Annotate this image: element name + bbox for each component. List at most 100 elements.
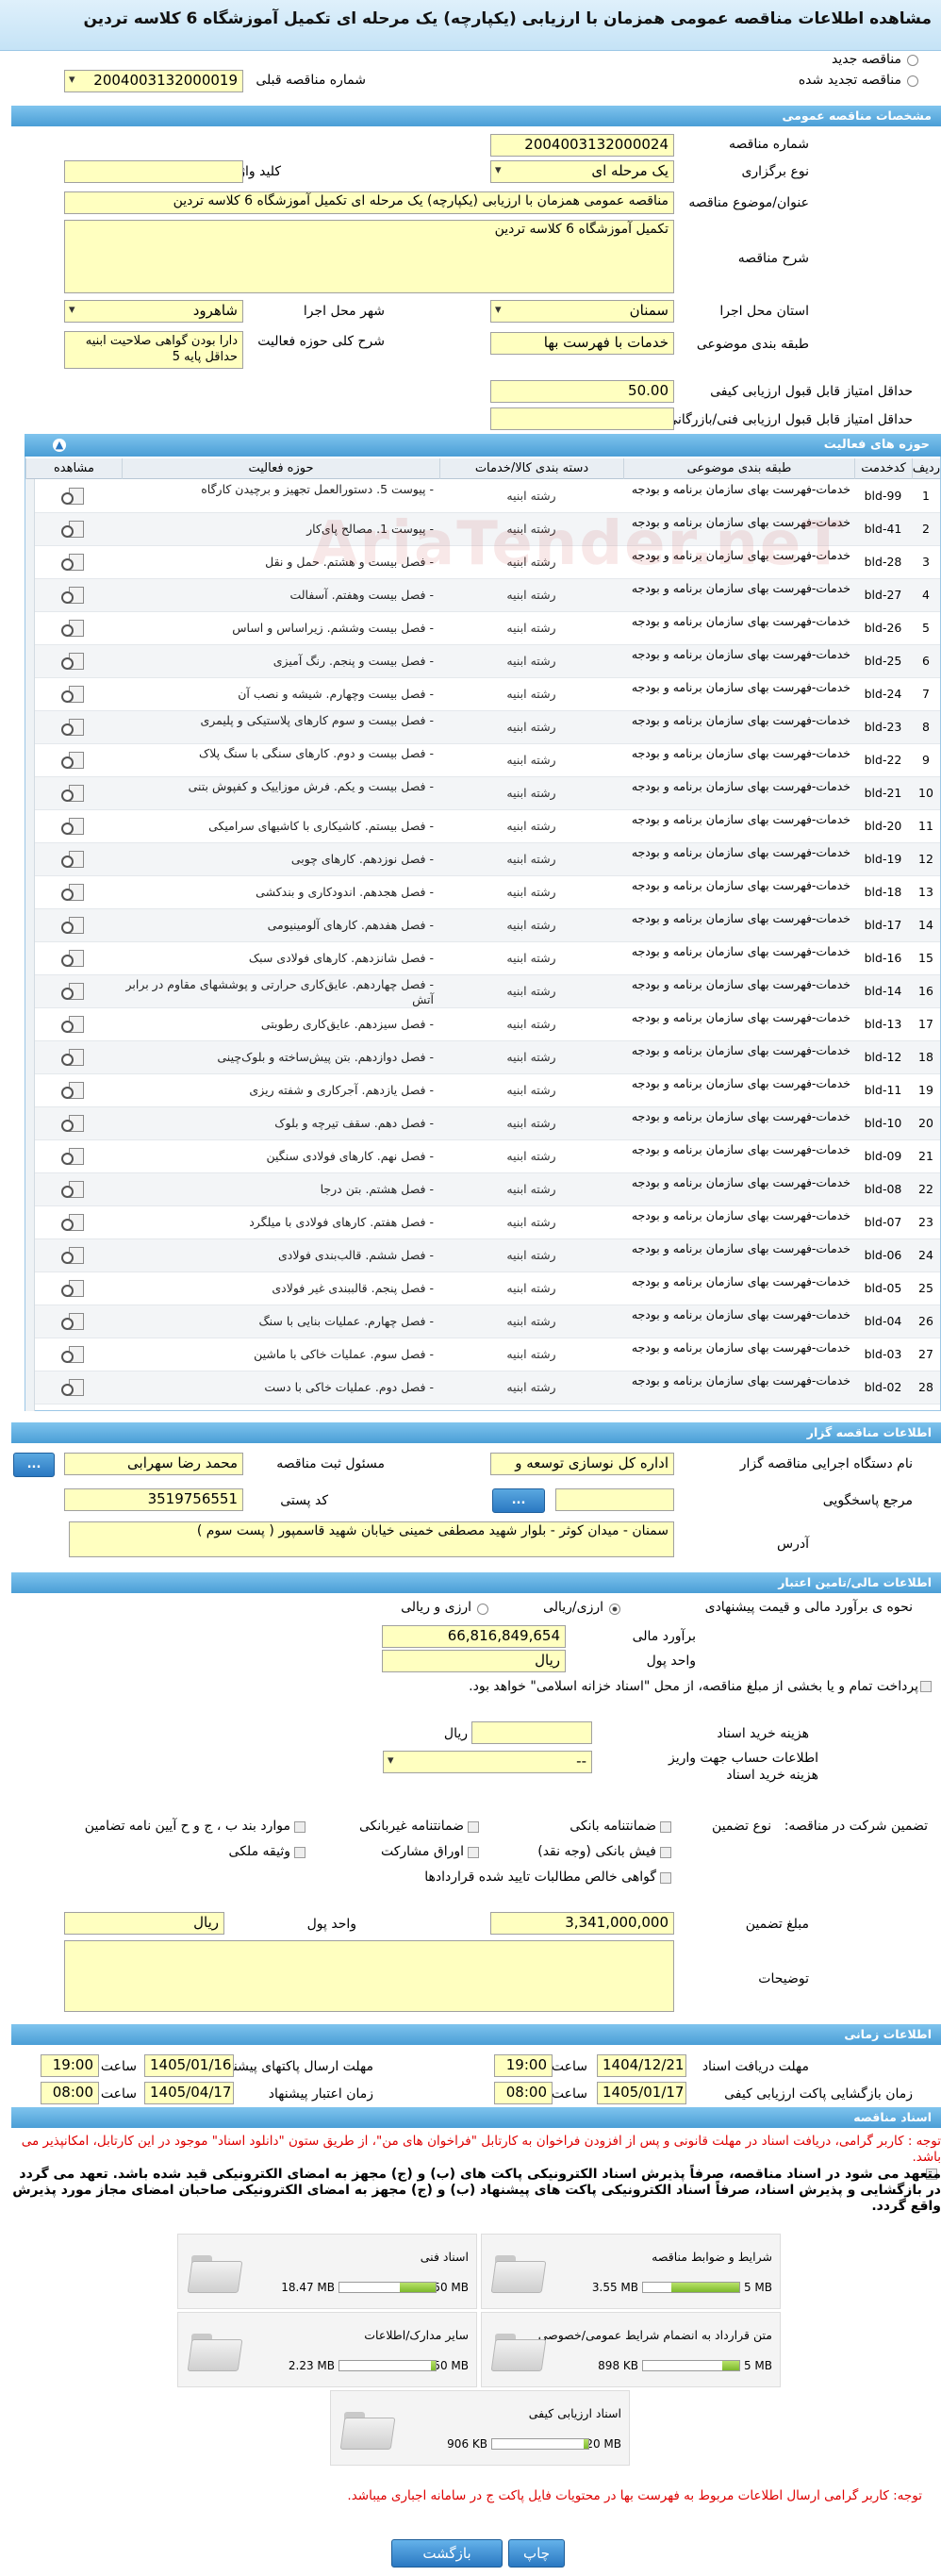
responsible-more-button[interactable]: ... — [13, 1453, 55, 1477]
header-service-code[interactable]: کدخدمت — [854, 458, 912, 479]
table-row[interactable]: 13 bld-18 خدمات-فهرست بهای سازمان برنامه و… — [25, 876, 940, 909]
magnifier-icon[interactable] — [61, 653, 84, 670]
table-row[interactable]: 1 bld-99 خدمات-فهرست بهای سازمان برنامه و … — [25, 480, 940, 513]
keyword-input[interactable] — [64, 160, 243, 183]
table-row[interactable]: 15 bld-16 خدمات-فهرست بهای سازمان برنامه و… — [25, 942, 940, 975]
magnifier-icon[interactable] — [61, 1082, 84, 1099]
magnifier-icon[interactable] — [61, 950, 84, 967]
header-activity[interactable]: حوزه فعالیت — [122, 458, 439, 479]
magnifier-icon[interactable] — [61, 983, 84, 1000]
magnifier-icon[interactable] — [61, 1313, 84, 1330]
magnifier-icon[interactable] — [61, 884, 84, 901]
nonbank-guarantee-checkbox[interactable] — [468, 1821, 479, 1833]
treasury-bonds-checkbox[interactable] — [920, 1681, 932, 1692]
currency-rial-radio[interactable] — [609, 1604, 620, 1615]
magnifier-icon[interactable] — [61, 620, 84, 637]
magnifier-icon[interactable] — [61, 752, 84, 769]
service-code-cell: bld-10 — [864, 1116, 902, 1130]
renewed-tender-radio[interactable] — [907, 75, 918, 87]
city-select[interactable]: شاهرود — [64, 300, 243, 323]
bank-guarantee-checkbox[interactable] — [660, 1821, 671, 1833]
document-tile[interactable]: شرایط و ضوابط مناقصه 5 MB 3.55 MB — [481, 2234, 781, 2309]
table-row[interactable]: 25 bld-05 خدمات-فهرست بهای سازمان برنامه و… — [25, 1272, 940, 1305]
clauses-checkbox[interactable] — [294, 1821, 305, 1833]
province-select[interactable]: سمنان — [490, 300, 674, 323]
table-row[interactable]: 27 bld-03 خدمات-فهرست بهای سازمان برنامه و… — [25, 1338, 940, 1371]
magnifier-icon[interactable] — [61, 1214, 84, 1231]
magnifier-icon[interactable] — [61, 1346, 84, 1363]
document-tile[interactable]: متن قرارداد به انضمام شرایط عمومی/خصوصی 5… — [481, 2312, 781, 2387]
table-row[interactable]: 9 bld-22 خدمات-فهرست بهای سازمان برنامه و … — [25, 744, 940, 777]
bonds-checkbox[interactable] — [468, 1847, 479, 1858]
magnifier-icon[interactable] — [61, 587, 84, 604]
property-checkbox[interactable] — [294, 1847, 305, 1858]
table-row[interactable]: 21 bld-09 خدمات-فهرست بهای سازمان برنامه و… — [25, 1140, 940, 1173]
grid-scrollbar[interactable] — [25, 479, 35, 1411]
cash-receipt-checkbox[interactable] — [660, 1847, 671, 1858]
document-tile[interactable]: اسناد ارزیابی کیفی 20 MB 906 KB — [330, 2390, 630, 2466]
table-row[interactable]: 28 bld-02 خدمات-فهرست بهای سازمان برنامه و… — [25, 1371, 940, 1404]
table-row[interactable]: 24 bld-06 خدمات-فهرست بهای سازمان برنامه و… — [25, 1239, 940, 1272]
header-view[interactable]: مشاهده — [25, 458, 122, 479]
table-row[interactable]: 10 bld-21 خدمات-فهرست بهای سازمان برنامه و… — [25, 777, 940, 810]
table-row[interactable]: 4 bld-27 خدمات-فهرست بهای سازمان برنامه و … — [25, 579, 940, 612]
activity-cell: - فصل هجدهم. اندودکاری و بندکشی — [256, 885, 434, 899]
document-tile[interactable]: سایر مدارک/اطلاعات 50 MB 2.23 MB — [177, 2312, 477, 2387]
magnifier-icon[interactable] — [61, 1115, 84, 1132]
magnifier-icon[interactable] — [61, 1016, 84, 1033]
table-row[interactable]: 11 bld-20 خدمات-فهرست بهای سازمان برنامه و… — [25, 810, 940, 843]
previous-number-select[interactable]: 2004003132000019 — [64, 70, 243, 92]
magnifier-icon[interactable] — [61, 1049, 84, 1066]
table-row[interactable]: 7 bld-24 خدمات-فهرست بهای سازمان برنامه و … — [25, 678, 940, 711]
table-row[interactable]: 6 bld-25 خدمات-فهرست بهای سازمان برنامه و … — [25, 645, 940, 678]
table-row[interactable]: 20 bld-10 خدمات-فهرست بهای سازمان برنامه و… — [25, 1107, 940, 1140]
table-row[interactable]: 3 bld-28 خدمات-فهرست بهای سازمان برنامه و … — [25, 546, 940, 579]
table-row[interactable]: 19 bld-11 خدمات-فهرست بهای سازمان برنامه و… — [25, 1074, 940, 1107]
magnifier-icon[interactable] — [61, 1247, 84, 1264]
table-row[interactable]: 17 bld-13 خدمات-فهرست بهای سازمان برنامه و… — [25, 1008, 940, 1041]
document-tile[interactable]: اسناد فنی 50 MB 18.47 MB — [177, 2234, 477, 2309]
magnifier-icon[interactable] — [61, 1181, 84, 1198]
table-row[interactable]: 8 bld-23 خدمات-فهرست بهای سازمان برنامه و … — [25, 711, 940, 744]
table-row[interactable]: 14 bld-17 خدمات-فهرست بهای سازمان برنامه و… — [25, 909, 940, 942]
account-select[interactable]: -- — [383, 1751, 592, 1773]
reference-more-button[interactable]: ... — [492, 1488, 545, 1513]
holding-type-select[interactable]: یک مرحله ای — [490, 160, 674, 183]
row-number-cell: 27 — [918, 1347, 933, 1361]
magnifier-icon[interactable] — [61, 1280, 84, 1297]
collapse-icon[interactable]: ▲ — [53, 439, 66, 452]
table-row[interactable]: 23 bld-07 خدمات-فهرست بهای سازمان برنامه و… — [25, 1206, 940, 1239]
magnifier-icon[interactable] — [61, 521, 84, 538]
view-cell — [25, 744, 122, 777]
magnifier-icon[interactable] — [61, 785, 84, 802]
magnifier-icon[interactable] — [61, 554, 84, 571]
magnifier-icon[interactable] — [61, 1379, 84, 1396]
category-cell: خدمات-فهرست بهای سازمان برنامه و بودجه — [631, 581, 850, 595]
table-row[interactable]: 18 bld-12 خدمات-فهرست بهای سازمان برنامه و… — [25, 1041, 940, 1074]
print-button[interactable]: چاپ — [508, 2539, 565, 2568]
claims-checkbox[interactable] — [660, 1872, 671, 1884]
magnifier-icon[interactable] — [61, 686, 84, 703]
table-row[interactable]: 5 bld-26 خدمات-فهرست بهای سازمان برنامه و … — [25, 612, 940, 645]
table-row[interactable]: 22 bld-08 خدمات-فهرست بهای سازمان برنامه و… — [25, 1173, 940, 1206]
currency-and-rial-radio[interactable] — [477, 1604, 488, 1615]
table-row[interactable]: 2 bld-41 خدمات-فهرست بهای سازمان برنامه و … — [25, 513, 940, 546]
magnifier-icon[interactable] — [61, 488, 84, 505]
table-row[interactable]: 16 bld-14 خدمات-فهرست بهای سازمان برنامه و… — [25, 975, 940, 1008]
back-button[interactable]: بازگشت — [391, 2539, 503, 2568]
magnifier-icon[interactable] — [61, 1148, 84, 1165]
header-category[interactable]: طبقه بندی موضوعی — [623, 458, 854, 479]
magnifier-icon[interactable] — [61, 917, 84, 934]
folder-icon — [188, 2252, 240, 2293]
header-row-number[interactable]: ردیف — [912, 458, 940, 479]
activity-cell: - فصل چهاردهم. عایق‌کاری حرارتی و پوششها… — [125, 977, 434, 1006]
magnifier-icon[interactable] — [61, 818, 84, 835]
magnifier-icon[interactable] — [61, 851, 84, 868]
table-row[interactable]: 26 bld-04 خدمات-فهرست بهای سازمان برنامه و… — [25, 1305, 940, 1338]
category-cell: خدمات-فهرست بهای سازمان برنامه و بودجه — [631, 746, 850, 760]
magnifier-icon[interactable] — [61, 719, 84, 736]
send-time-label: ساعت — [100, 2059, 137, 2074]
header-goods-group[interactable]: دسته بندی کالا/خدمات — [439, 458, 623, 479]
new-tender-radio[interactable] — [907, 55, 918, 66]
table-row[interactable]: 12 bld-19 خدمات-فهرست بهای سازمان برنامه و… — [25, 843, 940, 876]
